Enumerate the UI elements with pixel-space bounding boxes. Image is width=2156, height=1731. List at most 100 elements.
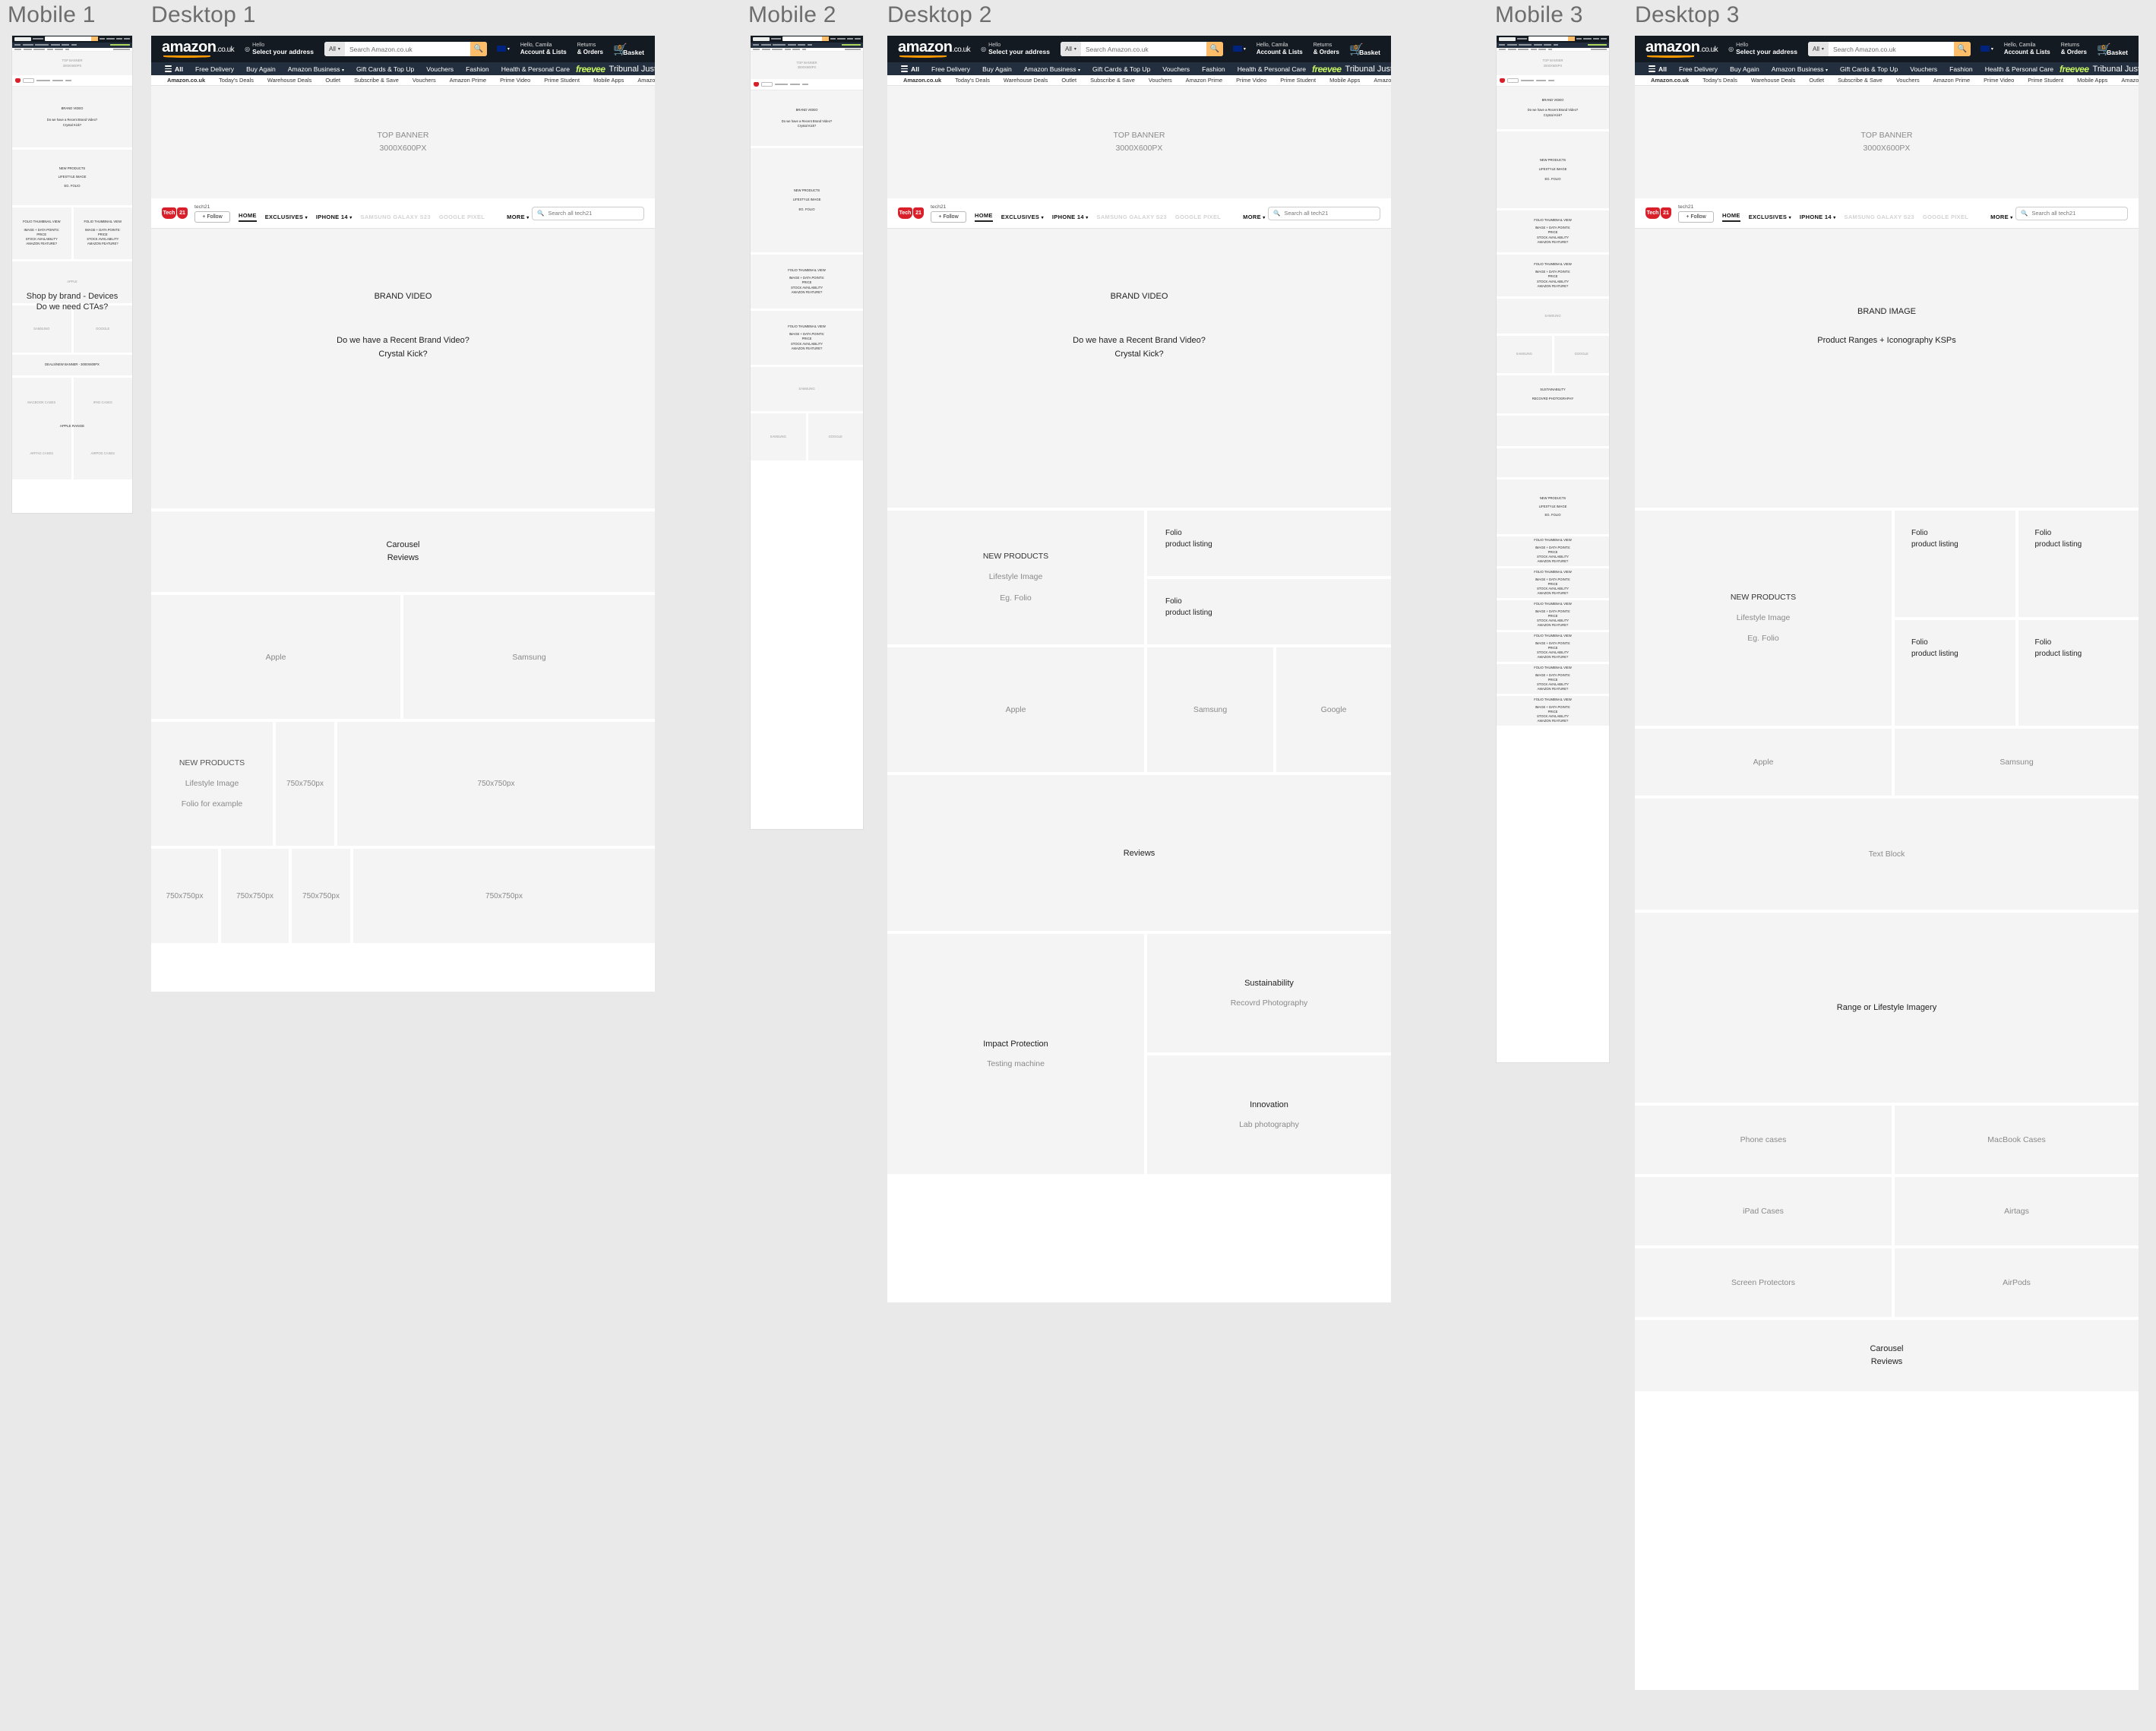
search-icon[interactable]: 🔍 xyxy=(1206,42,1223,56)
nav-item-vouchers[interactable]: Vouchers xyxy=(1156,65,1196,73)
cart-link[interactable]: 🛒 0 Basket xyxy=(1345,43,1385,56)
mobile-folio-thumb[interactable]: FOLIO THUMBNAIL VIEW IMAGE + DATA POINTS… xyxy=(1497,210,1609,252)
amazon-logo[interactable]: amazon.co.uk xyxy=(157,40,239,58)
brand-tile-google[interactable]: Google xyxy=(1276,647,1391,772)
follow-button[interactable]: + Follow xyxy=(931,210,966,223)
mobile-brand-samsung-2[interactable]: SAMSUNG xyxy=(1497,336,1552,373)
brand-tab-pixel[interactable]: GOOGLE PIXEL xyxy=(1923,214,1968,220)
account-menu[interactable]: Hello, Camila Account & Lists xyxy=(515,43,572,55)
search-icon[interactable]: 🔍 xyxy=(469,42,487,56)
category-tile-phone-cases[interactable]: Phone cases xyxy=(1635,1106,1892,1174)
tech21-logo[interactable]: Tech 21 xyxy=(1645,207,1671,219)
brand-tile-samsung[interactable]: Samsung xyxy=(1147,647,1273,772)
subnav-item-pickup[interactable]: Amazon Pickup Locations xyxy=(2114,77,2139,84)
brand-tab-samsung[interactable]: SAMSUNG GALAXY S23 xyxy=(361,214,431,220)
mobile-folio-thumb[interactable]: FOLIO THUMBNAIL VIEW IMAGE + DATA POINTS… xyxy=(73,207,132,259)
delivery-address[interactable] xyxy=(771,38,781,40)
subnav-item-warehouse[interactable]: Warehouse Deals xyxy=(1744,77,1802,84)
brand-tab-exclusives[interactable]: EXCLUSIVES ▾ xyxy=(265,214,308,220)
brand-nav-desktop-1[interactable]: Tech 21 tech21 + Follow HOME EXCLUSIVES … xyxy=(151,198,655,229)
mobile-folio-thumb[interactable]: FOLIO THUMBNAIL VIEW IMAGE + DATA POINTS… xyxy=(1497,632,1609,662)
nav-item-gift-cards[interactable]: Gift Cards & Top Up xyxy=(1086,65,1156,73)
nav-item-fashion[interactable]: Fashion xyxy=(1943,65,1979,73)
brand-tab-iphone14[interactable]: IPHONE 14 ▾ xyxy=(316,214,352,220)
amazon-logo[interactable]: amazon.co.uk xyxy=(893,40,975,58)
nav-item-free-delivery[interactable]: Free Delivery xyxy=(189,65,240,73)
language-selector[interactable] xyxy=(100,38,105,40)
brand-tile-apple[interactable]: Apple xyxy=(151,595,400,719)
language-selector[interactable]: ▾ xyxy=(1228,46,1251,52)
freevee-logo[interactable]: freevee xyxy=(1312,64,1342,74)
brand-tab-iphone14[interactable]: IPHONE 14 ▾ xyxy=(1800,214,1836,220)
subnav-item-prime-student[interactable]: Prime Student xyxy=(537,77,586,84)
brand-tab-more[interactable]: MORE ▾ xyxy=(1990,214,2012,220)
cart-link[interactable]: 🛒 0 Basket xyxy=(609,43,649,56)
subnav-item-prime-video[interactable]: Prime Video xyxy=(1977,77,2021,84)
category-tile-ipad-cases[interactable]: iPad Cases xyxy=(1635,1177,1892,1245)
nav-item-free-delivery[interactable]: Free Delivery xyxy=(925,65,976,73)
folio-product-listing[interactable]: Folio product listing xyxy=(1147,579,1391,644)
home-tab[interactable] xyxy=(1507,78,1519,83)
orders-link[interactable] xyxy=(116,38,122,40)
mobile-brand-google[interactable]: GOOGLE xyxy=(808,413,863,460)
category-tile-airtags[interactable]: Airtags xyxy=(1895,1177,2139,1245)
delivery-address[interactable] xyxy=(33,38,43,40)
nav-item-amazon-business[interactable]: Amazon Business ▾ xyxy=(282,65,350,73)
mobile-brand-google[interactable]: GOOGLE xyxy=(1554,336,1609,373)
search-bar[interactable]: All ▾ Search Amazon.co.uk 🔍 xyxy=(324,42,487,56)
product-tile[interactable]: 750x750px xyxy=(276,722,334,846)
brand-tab-samsung[interactable]: SAMSUNG GALAXY S23 xyxy=(1097,214,1167,220)
delivery-address-selector[interactable]: ◎ Hello Select your address xyxy=(239,43,320,56)
brand-tab-exclusives[interactable]: EXCLUSIVES ▾ xyxy=(1749,214,1791,220)
brand-tab-more[interactable]: MORE ▾ xyxy=(507,214,529,220)
nav-all-menu[interactable]: All xyxy=(895,65,925,73)
account-menu[interactable]: Hello, Camila Account & Lists xyxy=(1999,43,2056,55)
subnav-item-prime-video[interactable]: Prime Video xyxy=(1229,77,1273,84)
amazon-logo[interactable] xyxy=(14,36,31,41)
subnav-item-prime-video[interactable]: Prime Video xyxy=(493,77,537,84)
freevee-logo[interactable]: freevee xyxy=(2060,64,2089,74)
subnav-item-outlet[interactable]: Outlet xyxy=(318,77,347,84)
tech21-logo[interactable]: Tech 21 xyxy=(898,207,924,219)
mobile-brand-nav[interactable] xyxy=(751,79,863,90)
follow-button[interactable]: + Follow xyxy=(194,210,230,223)
nav-item-amazon-business[interactable]: Amazon Business ▾ xyxy=(1766,65,1834,73)
account-menu[interactable] xyxy=(106,38,115,40)
amazon-logo[interactable]: amazon.co.uk xyxy=(1641,40,1722,58)
subnav-item-outlet[interactable]: Outlet xyxy=(1054,77,1083,84)
brand-tile-samsung[interactable]: Samsung xyxy=(1895,729,2139,796)
brand-tab-more[interactable]: MORE ▾ xyxy=(1243,214,1265,220)
search-bar[interactable] xyxy=(782,36,829,42)
mobile-brand-samsung[interactable]: SAMSUNG xyxy=(1497,299,1609,334)
subnav-item-mobile-apps[interactable]: Mobile Apps xyxy=(1323,77,1367,84)
mobile-cat-macbook[interactable]: MACBOOK CASES xyxy=(12,378,71,429)
language-selector[interactable] xyxy=(830,38,836,40)
mobile-folio-thumb[interactable]: FOLIO THUMBNAIL VIEW IMAGE + DATA POINTS… xyxy=(1497,536,1609,566)
nav-item-fashion[interactable]: Fashion xyxy=(460,65,495,73)
subnav-item-prime[interactable]: Amazon Prime xyxy=(1927,77,1977,84)
subnav-item-todays-deals[interactable]: Today's Deals xyxy=(212,77,261,84)
brand-search-input[interactable]: 🔍 Search all tech21 xyxy=(532,206,644,220)
brand-tab-exclusives[interactable]: EXCLUSIVES ▾ xyxy=(1001,214,1044,220)
mobile-brand-samsung-2[interactable]: SAMSUNG xyxy=(751,413,806,460)
product-tile[interactable]: 750x750px xyxy=(221,849,289,943)
mobile-cat-airpod[interactable]: AIRPOD CASES xyxy=(73,429,132,479)
nav-all-menu[interactable]: All xyxy=(1642,65,1673,73)
cart-link[interactable]: 🛒 0 Basket xyxy=(2092,43,2132,56)
mobile-cat-airtag[interactable]: AIRTAG CASES xyxy=(12,429,71,479)
delivery-address-selector[interactable]: ◎ Hello Select your address xyxy=(1722,43,1804,56)
nav-item-health[interactable]: Health & Personal Care xyxy=(495,65,576,73)
subnav-item-prime[interactable]: Amazon Prime xyxy=(1179,77,1229,84)
brand-tab-home[interactable]: HOME xyxy=(1722,212,1740,222)
brand-nav-desktop-2[interactable]: Tech 21 tech21 + Follow HOME EXCLUSIVES … xyxy=(887,198,1391,229)
promo-title[interactable]: Tribunal Justice xyxy=(1342,65,1391,74)
subnav-item-todays-deals[interactable]: Today's Deals xyxy=(948,77,997,84)
brand-search-input[interactable]: 🔍 Search all tech21 xyxy=(1268,206,1380,220)
brand-tab-home[interactable]: HOME xyxy=(239,212,257,222)
product-tile[interactable]: 750x750px xyxy=(151,849,218,943)
cart-link[interactable] xyxy=(855,38,861,40)
promo-title[interactable]: Tribunal Justice xyxy=(2089,65,2139,74)
mobile-folio-thumb[interactable]: FOLIO THUMBNAIL VIEW IMAGE + DATA POINTS… xyxy=(1497,600,1609,630)
amazon-main-nav[interactable]: All Free Delivery Buy Again Amazon Busin… xyxy=(151,62,655,75)
subnav-item-prime-student[interactable]: Prime Student xyxy=(2021,77,2070,84)
